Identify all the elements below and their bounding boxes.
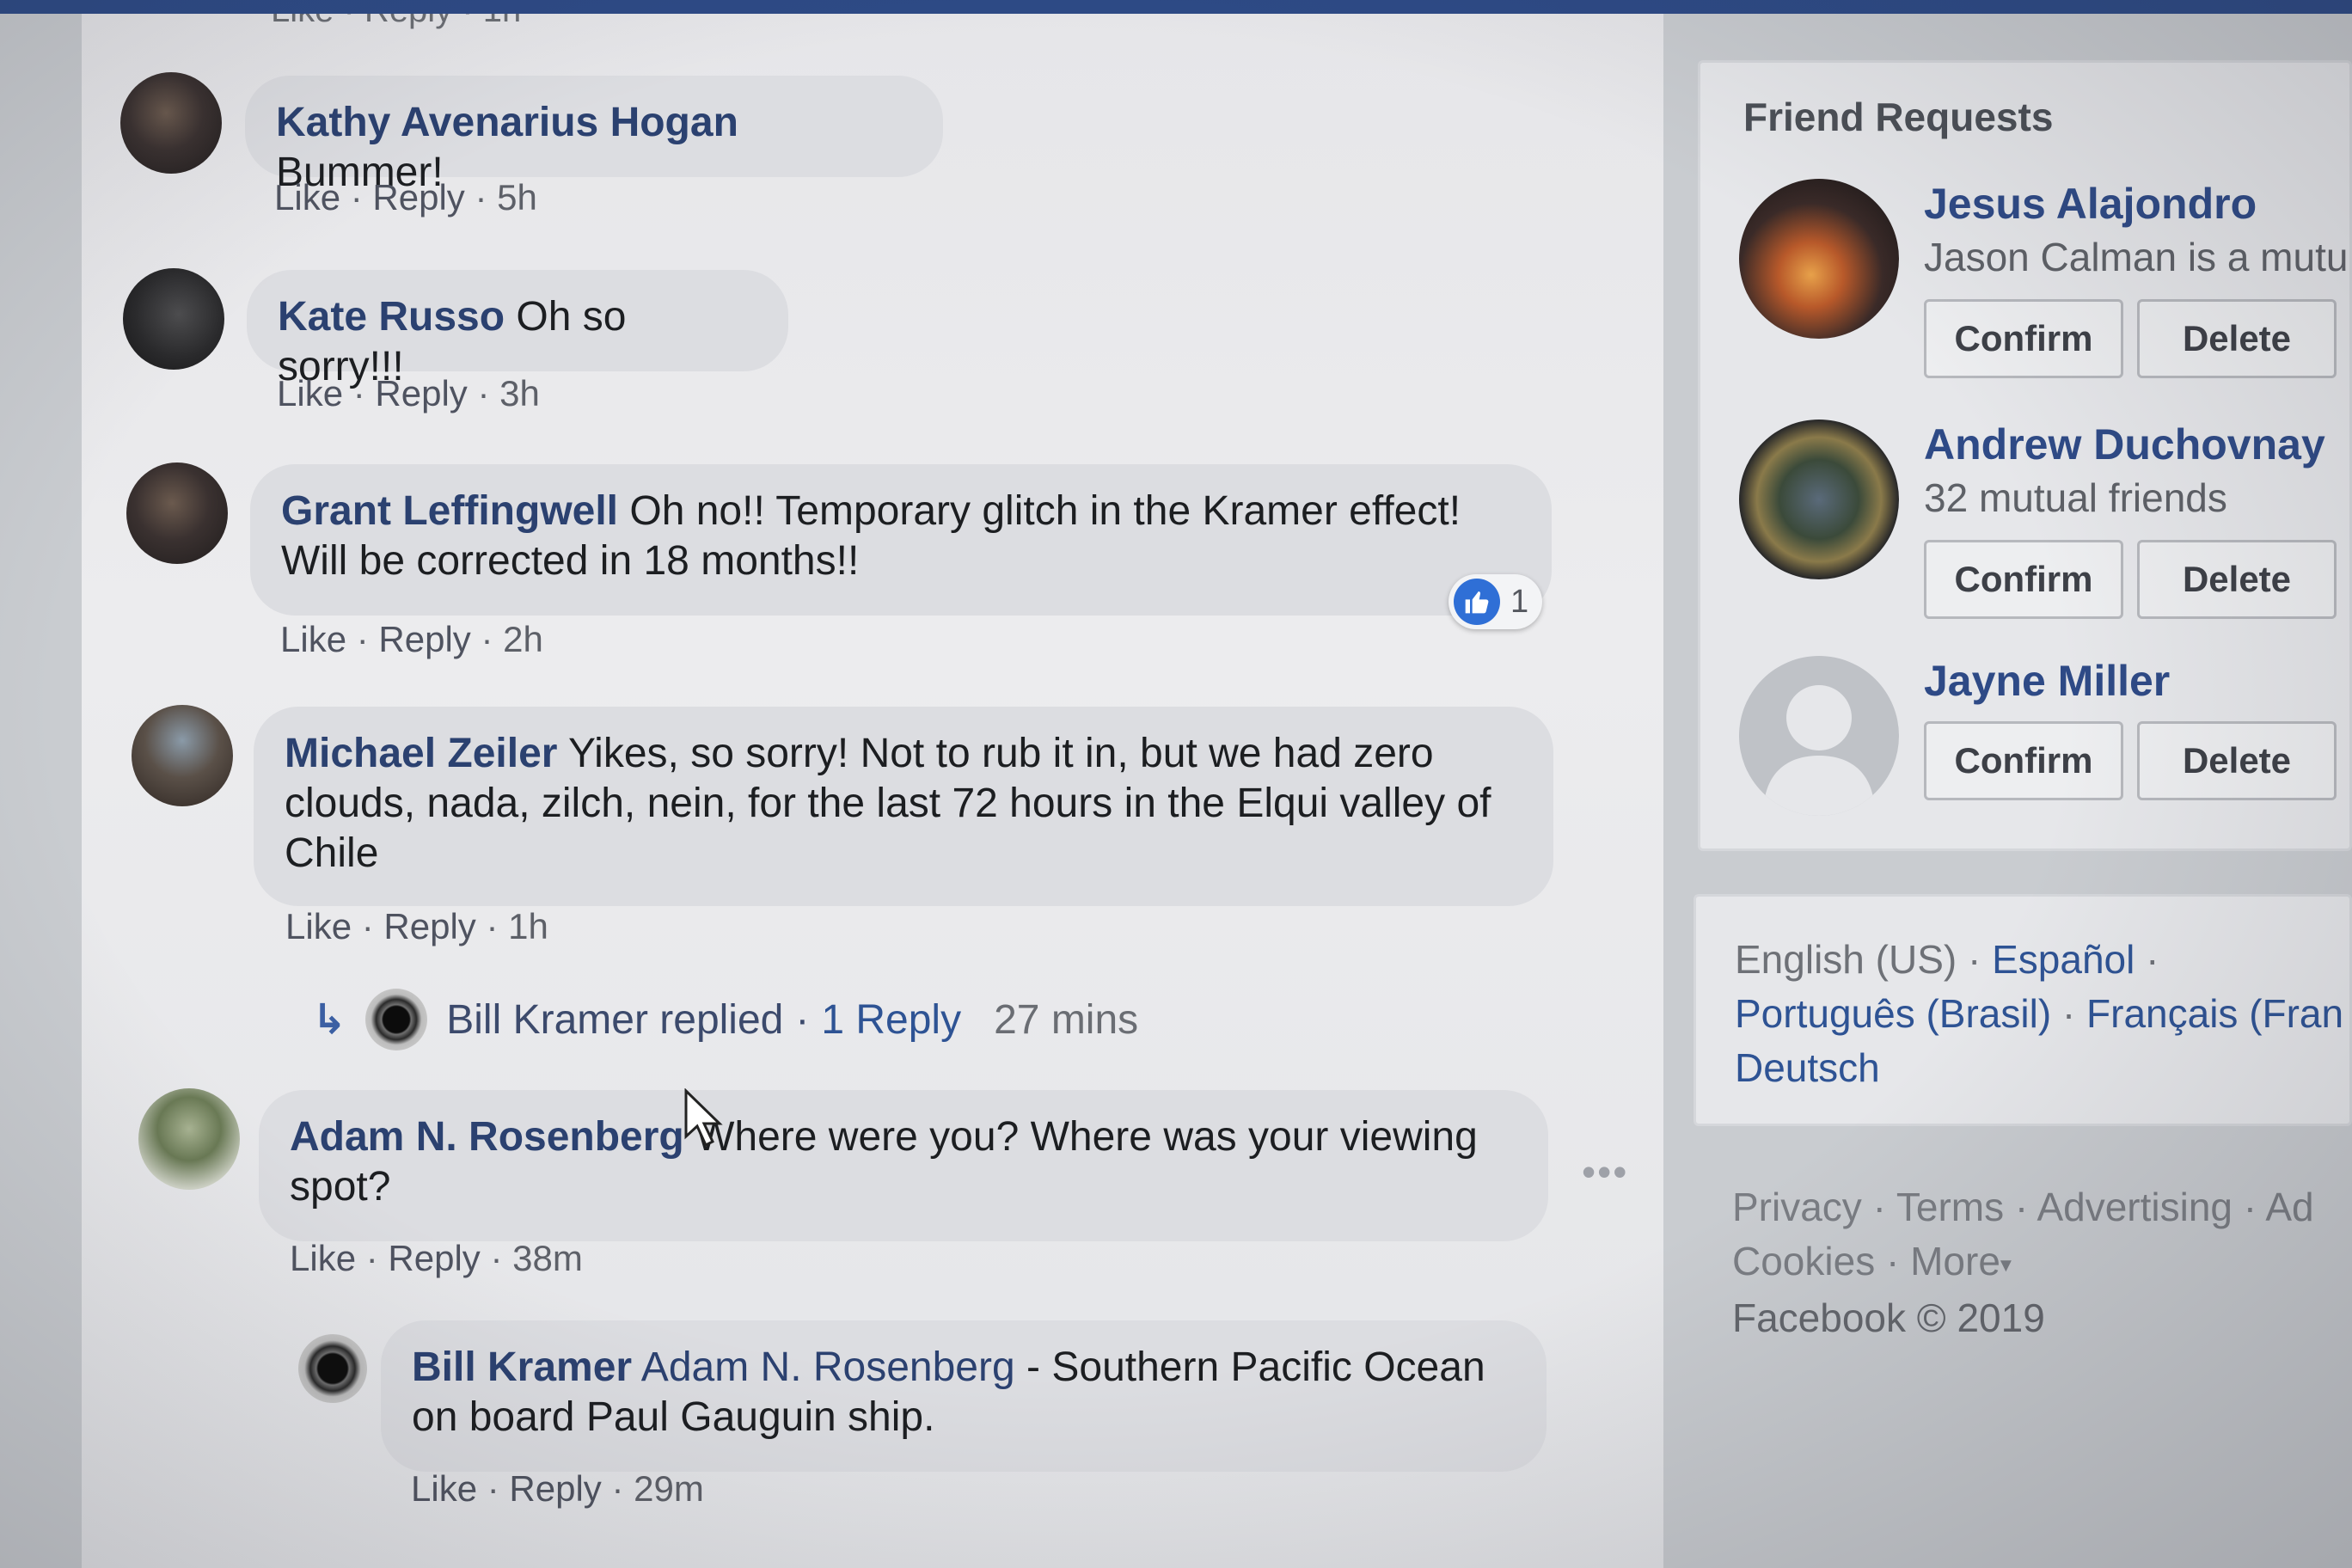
default-profile-icon[interactable] [1739,656,1899,816]
terms-link[interactable]: Terms [1896,1185,2004,1229]
friend-requests-title: Friend Requests [1743,95,2054,139]
cookies-link[interactable]: Cookies [1732,1239,1875,1283]
confirm-button[interactable]: Confirm [1924,721,2123,800]
delete-button[interactable]: Delete [2137,721,2337,800]
requester-name[interactable]: Jayne Miller [1924,656,2170,706]
more-options-icon[interactable]: ••• [1582,1148,1628,1195]
reply-count: 1 Reply [821,996,962,1043]
like-link[interactable]: Like [411,1468,477,1509]
avatar[interactable] [120,72,222,174]
ad-choices-link[interactable]: Ad [2265,1185,2313,1229]
comments-feed: Like · Reply · 1h Kathy Avenarius Hogan … [82,14,1663,1568]
reply-link[interactable]: Reply [388,1238,480,1278]
comment-author[interactable]: Kate Russo [278,294,505,340]
friend-requests-card: Friend Requests Jesus Alajondro Jason Ca… [1698,60,2352,851]
avatar[interactable] [126,462,228,564]
mutual-friends: Jason Calman is a mutu [1924,235,2349,279]
comment-actions: Like · Reply · 29m [411,1468,704,1509]
like-link[interactable]: Like [280,619,346,659]
delete-button[interactable]: Delete [2137,540,2337,619]
comment-author[interactable]: Grant Leffingwell [281,488,618,534]
reply-link[interactable]: Reply [372,177,464,217]
mention-link[interactable]: Adam N. Rosenberg [641,1344,1015,1390]
top-navigation-bar [0,0,2352,14]
comment-bubble: Kathy Avenarius Hogan Bummer! [245,76,943,195]
like-link[interactable]: Like [285,906,352,946]
avatar[interactable] [123,268,224,370]
comment-timestamp[interactable]: 3h [499,373,540,413]
copyright: Facebook © 2019 [1732,1295,2045,1341]
reaction-count[interactable]: 1 [1449,574,1543,629]
language-link[interactable]: Deutsch [1735,1045,1880,1090]
avatar[interactable] [298,1334,367,1403]
thumbs-up-icon [1454,579,1500,625]
footer-links: Privacy · Terms · Advertising · Ad Cooki… [1732,1185,2314,1341]
requester-name[interactable]: Andrew Duchovnay [1924,420,2325,469]
delete-button[interactable]: Delete [2137,299,2337,378]
like-link[interactable]: Like [274,177,340,217]
comment-actions: Like · Reply · 38m [290,1238,583,1278]
reply-link[interactable]: Reply [509,1468,601,1509]
view-replies-link[interactable]: ↳ Bill Kramer replied · 1 Reply 27 mins [312,989,1138,1050]
comment-bubble: Adam N. Rosenberg Where were you? Where … [259,1090,1548,1241]
caret-down-icon: ▾ [2000,1251,2012,1277]
mutual-friends: 32 mutual friends [1924,475,2227,520]
avatar [365,989,428,1050]
comment-timestamp[interactable]: 38m [512,1238,583,1278]
language-links: English (US) · Español · Português (Bras… [1735,937,2344,1090]
separator: · [795,996,810,1043]
comment-author[interactable]: Adam N. Rosenberg [290,1114,684,1160]
like-link[interactable]: Like [277,373,343,413]
replied-time: 27 mins [994,996,1139,1043]
comment-timestamp[interactable]: 2h [503,619,543,659]
reply-link[interactable]: Reply [378,619,470,659]
comment-bubble: Michael Zeiler Yikes, so sorry! Not to r… [254,707,1553,906]
comment-bubble: Bill Kramer Adam N. Rosenberg - Southern… [381,1320,1547,1472]
language-link[interactable]: Français (Fran [2086,991,2343,1036]
comment-author[interactable]: Michael Zeiler [285,731,557,776]
avatar[interactable] [132,705,233,806]
reply-link[interactable]: Reply [375,373,467,413]
confirm-button[interactable]: Confirm [1924,540,2123,619]
comment-timestamp[interactable]: 29m [634,1468,704,1509]
privacy-link[interactable]: Privacy [1732,1185,1862,1229]
avatar[interactable] [138,1088,240,1190]
reaction-number: 1 [1510,583,1529,620]
current-language[interactable]: English (US) [1735,937,1957,982]
partial-comment-actions: Like · Reply · 1h [271,14,521,30]
more-link[interactable]: More [1910,1239,2000,1283]
comment-timestamp[interactable]: 5h [497,177,537,217]
comment-bubble: Kate Russo Oh so sorry!!! [247,270,788,389]
comment-timestamp[interactable]: 1h [508,906,548,946]
reply-link[interactable]: Reply [383,906,475,946]
language-link[interactable]: Português (Brasil) [1735,991,2051,1036]
reply-arrow-icon: ↳ [312,997,347,1043]
comment-bubble: Grant Leffingwell Oh no!! Temporary glit… [250,464,1552,616]
advertising-link[interactable]: Advertising [2037,1185,2233,1229]
comment-actions: Like · Reply · 5h [274,177,537,217]
confirm-button[interactable]: Confirm [1924,299,2123,378]
avatar[interactable] [1739,420,1899,579]
requester-name[interactable]: Jesus Alajondro [1924,179,2257,229]
language-link[interactable]: Español [1992,937,2135,982]
mouse-pointer-icon [684,1088,723,1148]
like-link[interactable]: Like [290,1238,356,1278]
replied-label: Bill Kramer replied [446,996,784,1043]
comment-actions: Like · Reply · 3h [277,373,540,413]
comment-author[interactable]: Bill Kramer [412,1344,632,1390]
comment-author[interactable]: Kathy Avenarius Hogan [276,100,738,145]
avatar[interactable] [1739,179,1899,339]
comment-actions: Like · Reply · 2h [280,619,543,659]
language-card: English (US) · Español · Português (Bras… [1694,894,2352,1126]
comment-actions: Like · Reply · 1h [285,906,548,946]
